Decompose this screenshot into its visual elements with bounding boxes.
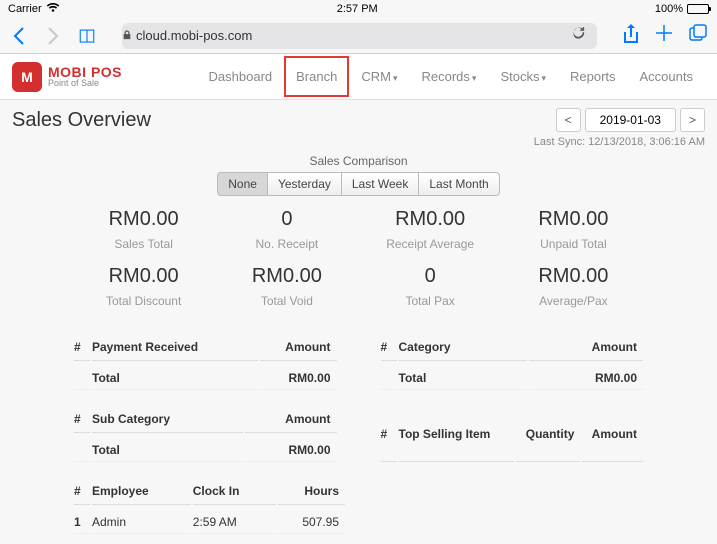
stat-avgpax-val: RM0.00 <box>502 265 645 288</box>
stat-discount-val: RM0.00 <box>72 265 215 288</box>
stat-void-lbl: Total Void <box>215 294 358 316</box>
date-prev-button[interactable]: < <box>556 108 581 132</box>
topselling-table: #Top Selling ItemQuantityAmount <box>379 406 646 464</box>
seg-yesterday[interactable]: Yesterday <box>267 172 342 196</box>
stat-pax-val: 0 <box>359 265 502 288</box>
comparison-title: Sales Comparison <box>12 154 705 168</box>
page-title: Sales Overview <box>12 109 151 132</box>
address-bar[interactable]: cloud.mobi-pos.com <box>122 23 597 49</box>
stat-void-val: RM0.00 <box>215 265 358 288</box>
nav-records[interactable]: Records▾ <box>409 56 488 97</box>
logo-main: MOBI POS <box>48 65 122 79</box>
chevron-down-icon: ▾ <box>541 73 546 83</box>
stat-no-receipt-lbl: No. Receipt <box>215 237 358 259</box>
logo[interactable]: M MOBI POS Point of Sale <box>12 62 122 92</box>
table-row: TotalRM0.00 <box>74 363 337 390</box>
seg-none[interactable]: None <box>217 172 268 196</box>
forward-button[interactable] <box>44 27 62 45</box>
nav-dashboard[interactable]: Dashboard <box>197 56 285 97</box>
carrier-label: Carrier <box>8 3 42 15</box>
wifi-icon <box>46 3 60 16</box>
date-next-button[interactable]: > <box>680 108 705 132</box>
battery-pct: 100% <box>655 3 683 15</box>
stat-sales-total-lbl: Sales Total <box>72 237 215 259</box>
logo-sub: Point of Sale <box>48 79 122 88</box>
stat-unpaid-total-lbl: Unpaid Total <box>502 237 645 259</box>
main-nav: Dashboard Branch CRM▾ Records▾ Stocks▾ R… <box>197 56 705 97</box>
stat-avgpax-lbl: Average/Pax <box>502 294 645 316</box>
url-text: cloud.mobi-pos.com <box>136 28 252 43</box>
share-icon[interactable] <box>623 24 639 47</box>
stat-sales-total-val: RM0.00 <box>72 208 215 231</box>
stat-unpaid-total-val: RM0.00 <box>502 208 645 231</box>
app-header: M MOBI POS Point of Sale Dashboard Branc… <box>0 54 717 100</box>
stat-discount-lbl: Total Discount <box>72 294 215 316</box>
comparison-segmented: None Yesterday Last Week Last Month <box>12 172 705 196</box>
tabs-icon[interactable] <box>689 24 707 47</box>
category-table: #CategoryAmount TotalRM0.00 <box>379 334 646 392</box>
back-button[interactable] <box>10 27 28 45</box>
table-row: TotalRM0.00 <box>74 435 337 462</box>
payment-table: #Payment ReceivedAmount TotalRM0.00 <box>72 334 339 392</box>
lock-icon <box>122 28 132 43</box>
stat-pax-lbl: Total Pax <box>359 294 502 316</box>
nav-reports[interactable]: Reports <box>558 56 628 97</box>
stats-grid: RM0.00 0 RM0.00 RM0.00 Sales Total No. R… <box>72 208 645 316</box>
chevron-down-icon: ▾ <box>393 73 398 83</box>
date-nav: < 2019-01-03 > <box>556 108 705 132</box>
bookmarks-icon[interactable] <box>78 27 96 45</box>
seg-last-month[interactable]: Last Month <box>418 172 499 196</box>
stat-no-receipt-val: 0 <box>215 208 358 231</box>
table-row: TotalRM0.00 <box>381 363 644 390</box>
date-field[interactable]: 2019-01-03 <box>585 108 676 132</box>
stat-receipt-avg-lbl: Receipt Average <box>359 237 502 259</box>
nav-accounts[interactable]: Accounts <box>628 56 705 97</box>
logo-icon: M <box>12 62 42 92</box>
new-tab-icon[interactable] <box>655 24 673 47</box>
subcategory-table: #Sub CategoryAmount TotalRM0.00 <box>72 406 339 464</box>
table-row: 1 Admin 2:59 AM 507.95 <box>74 507 345 534</box>
clock-label: 2:57 PM <box>337 3 378 15</box>
seg-last-week[interactable]: Last Week <box>341 172 419 196</box>
browser-toolbar: cloud.mobi-pos.com <box>0 18 717 54</box>
nav-branch[interactable]: Branch <box>284 56 349 97</box>
device-status-bar: Carrier 2:57 PM 100% <box>0 0 717 18</box>
content: Sales Overview < 2019-01-03 > Last Sync:… <box>0 100 717 544</box>
stat-receipt-avg-val: RM0.00 <box>359 208 502 231</box>
chevron-down-icon: ▾ <box>472 73 477 83</box>
nav-stocks[interactable]: Stocks▾ <box>488 56 558 97</box>
last-sync-label: Last Sync: 12/13/2018, 3:06:16 AM <box>12 136 705 148</box>
nav-crm[interactable]: CRM▾ <box>349 56 409 97</box>
reload-icon[interactable] <box>573 27 587 44</box>
employee-table: # Employee Clock In Hours 1 Admin 2:59 A… <box>72 478 347 536</box>
battery-icon <box>687 4 709 14</box>
